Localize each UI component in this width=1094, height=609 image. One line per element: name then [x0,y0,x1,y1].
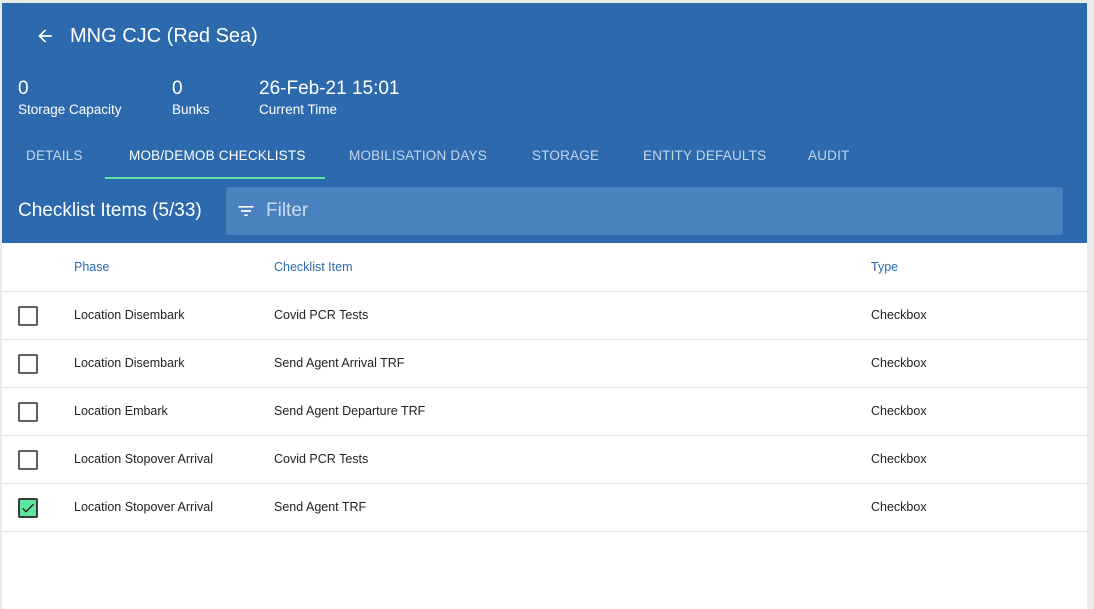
tab-mobilisation-days[interactable]: MOBILISATION DAYS [349,135,487,179]
cell-type: Checkbox [871,404,927,418]
tab-details[interactable]: DETAILS [26,135,83,179]
table-row[interactable]: Location Stopover Arrival Send Agent TRF… [2,484,1087,532]
cell-phase: Location Stopover Arrival [74,452,213,466]
cell-checklist-item: Covid PCR Tests [274,308,369,322]
cell-phase: Location Disembark [74,308,185,322]
tab-storage[interactable]: STORAGE [532,135,599,179]
tab-bar: DETAILS MOB/DEMOB CHECKLISTS MOBILISATIO… [2,135,1087,179]
cell-type: Checkbox [871,308,927,322]
cell-type: Checkbox [871,356,927,370]
page-title: MNG CJC (Red Sea) [70,25,258,47]
row-checkbox[interactable] [18,306,38,326]
stat-value: 0 [18,78,29,99]
cell-checklist-item: Send Agent TRF [274,500,367,514]
cell-type: Checkbox [871,500,927,514]
row-checkbox[interactable] [18,498,38,518]
cell-phase: Location Embark [74,404,168,418]
checklist-table: Phase Checklist Item Type Location Disem… [2,243,1087,532]
table-row[interactable]: Location Stopover Arrival Covid PCR Test… [2,436,1087,484]
stat-current-time: 26-Feb-21 15:01 Current Time [259,77,400,119]
column-header-phase[interactable]: Phase [74,260,109,274]
stat-storage-capacity: 0 Storage Capacity [18,77,122,119]
checklist-items-title: Checklist Items (5/33) [18,200,202,221]
filter-list-icon [238,206,254,216]
table-row[interactable]: Location Embark Send Agent Departure TRF… [2,388,1087,436]
page-header: MNG CJC (Red Sea) 0 Storage Capacity 0 B… [2,3,1087,243]
back-button[interactable] [32,23,58,49]
arrow-left-icon [38,29,52,43]
stat-label: Current Time [259,102,338,117]
table-row[interactable]: Location Disembark Send Agent Arrival TR… [2,340,1087,388]
check-icon [22,503,34,513]
column-header-type[interactable]: Type [871,260,898,274]
stat-value: 0 [172,78,183,99]
stat-bunks: 0 Bunks [172,77,210,119]
table-header: Phase Checklist Item Type [2,243,1087,292]
filter-box[interactable] [226,187,1063,235]
stat-label: Storage Capacity [18,102,122,117]
row-checkbox[interactable] [18,402,38,422]
tab-mob-demob-checklists[interactable]: MOB/DEMOB CHECKLISTS [129,135,306,179]
cell-phase: Location Disembark [74,356,185,370]
row-checkbox[interactable] [18,354,38,374]
app-frame: MNG CJC (Red Sea) 0 Storage Capacity 0 B… [2,3,1087,609]
table-row[interactable]: Location Disembark Covid PCR Tests Check… [2,292,1087,340]
cell-phase: Location Stopover Arrival [74,500,213,514]
stat-label: Bunks [172,102,210,117]
cell-checklist-item: Send Agent Departure TRF [274,404,426,418]
cell-checklist-item: Covid PCR Tests [274,452,369,466]
cell-type: Checkbox [871,452,927,466]
cell-checklist-item: Send Agent Arrival TRF [274,356,405,370]
active-tab-indicator [105,177,325,179]
tab-entity-defaults[interactable]: ENTITY DEFAULTS [643,135,766,179]
row-checkbox[interactable] [18,450,38,470]
tab-audit[interactable]: AUDIT [808,135,850,179]
filter-input[interactable] [266,195,1046,227]
stat-value: 26-Feb-21 15:01 [259,78,400,99]
column-header-checklist-item[interactable]: Checklist Item [274,260,353,274]
